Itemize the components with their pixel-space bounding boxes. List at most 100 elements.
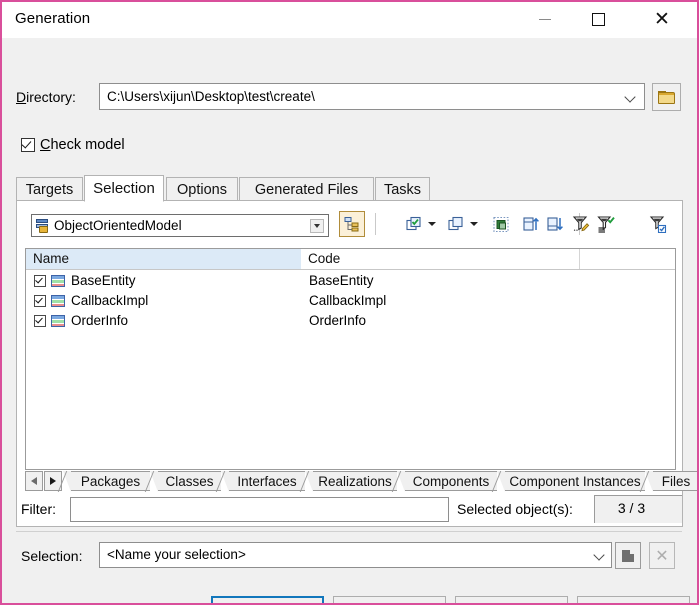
filter-label: Filter: [21,501,56,517]
tab-tasks[interactable]: Tasks [375,177,430,201]
apply-label-text: 应用( [487,602,521,604]
toolbar-separator [375,213,376,235]
checkmark-icon [35,315,43,324]
button-bar: 确定 取消 应用(A) 帮助 [2,583,697,604]
clear-filter-icon [649,216,667,233]
sub-tab-label: Realizations [318,473,392,489]
help-button[interactable]: 帮助 [577,596,690,603]
deselect-all-dropdown-arrow[interactable] [467,213,480,235]
sub-tab-label: Component Instances [509,473,641,489]
save-selection-button[interactable] [615,542,641,569]
sub-tab-label: Components [412,473,490,489]
minimize-button[interactable] [522,2,568,37]
apply-filter-button[interactable] [595,213,617,235]
list-header: Name Code [26,249,675,270]
folder-icon [658,90,675,104]
select-all-dropdown-arrow[interactable] [425,213,438,235]
invert-selection-button[interactable] [490,213,512,235]
tree-view-button[interactable] [339,211,365,237]
row-checkbox[interactable] [34,295,46,307]
class-icon [51,275,65,287]
tab-generated-files[interactable]: Generated Files [239,177,374,201]
sub-tab-next-button[interactable] [44,471,62,491]
checkmark-icon [35,295,43,304]
title-bar: Generation ✕ [2,2,697,38]
sub-tab-components[interactable]: Components [391,471,497,492]
divider [16,531,682,532]
chevron-down-icon[interactable] [310,219,324,233]
sub-tab-component-instances[interactable]: Component Instances [491,471,645,492]
arrow-left-icon [31,477,37,485]
selection-label: Selection: [21,548,83,564]
select-parents-icon [522,216,539,231]
sub-tab-label: Interfaces [237,473,297,489]
minimize-icon [539,19,551,20]
maximize-icon [591,13,605,26]
sub-tab-label: Classes [165,473,214,489]
maximize-button[interactable] [575,2,621,37]
tab-targets[interactable]: Targets [16,177,83,201]
check-model-checkbox[interactable] [21,138,35,152]
row-code: BaseEntity [309,273,374,288]
row-code: OrderInfo [309,313,367,328]
check-model-label[interactable]: Check model [40,137,125,153]
tree-view-icon [344,217,359,232]
row-name: BaseEntity [71,273,136,288]
chevron-down-icon[interactable] [624,91,637,103]
sub-tab-classes[interactable]: Classes [144,471,221,492]
chevron-down-icon[interactable] [593,549,605,561]
select-all-button[interactable] [403,213,425,235]
cancel-button[interactable]: 取消 [333,596,446,603]
clear-filter-button[interactable] [647,213,669,235]
directory-combo[interactable]: C:\Users\xijun\Desktop\test\create\ [99,83,645,110]
selected-objects-value: 3 / 3 [617,500,646,516]
deselect-all-button[interactable] [445,213,467,235]
ok-button[interactable]: 确定 [211,596,324,603]
row-name: OrderInfo [71,313,129,328]
deselect-all-icon [447,216,463,230]
generation-dialog: Generation ✕ Directory: C:\Users\xijun\D… [0,0,699,605]
delete-selection-button[interactable]: ✕ [649,542,675,569]
row-checkbox[interactable] [34,315,46,327]
tab-options[interactable]: Options [166,177,238,201]
column-header-name-label: Name [33,251,70,266]
sub-tab-packages[interactable]: Packages [57,471,150,492]
column-header-code-label: Code [308,251,341,266]
column-header-name[interactable]: Name [26,249,301,269]
column-header-spacer [579,249,675,269]
class-icon [51,295,65,307]
sub-tab-realizations[interactable]: Realizations [299,471,397,492]
selection-panel: ObjectOrientedModel Name Code BaseEntity… [16,200,697,527]
select-all-icon [405,216,421,230]
checkmark-icon [21,138,32,149]
model-combo[interactable]: ObjectOrientedModel [31,214,329,237]
model-combo-value: ObjectOrientedModel [54,218,182,233]
table-row[interactable]: CallbackImpl CallbackImpl [26,292,675,312]
browse-folder-button[interactable] [652,83,681,111]
tab-strip: Targets Selection Options Generated File… [16,175,683,202]
edit-filter-icon [572,216,590,232]
edit-filter-button[interactable] [570,213,592,235]
select-children-icon [546,216,563,231]
row-code: CallbackImpl [309,293,387,308]
table-row[interactable]: OrderInfo OrderInfo [26,312,675,332]
close-button[interactable]: ✕ [639,2,685,37]
class-icon [51,315,65,327]
invert-selection-icon [492,216,509,232]
filter-input[interactable] [70,497,449,522]
tab-selection[interactable]: Selection [84,175,164,202]
apply-button[interactable]: 应用(A) [455,596,568,604]
sub-tab-label: Files [661,473,691,489]
object-list[interactable]: Name Code BaseEntity BaseEntity Callback… [25,248,676,470]
selection-combo[interactable]: <Name your selection> [99,542,612,568]
sub-tab-interfaces[interactable]: Interfaces [215,471,305,492]
model-icon [36,219,51,233]
sub-tab-prev-button[interactable] [25,471,43,491]
row-checkbox[interactable] [34,275,46,287]
column-header-code[interactable]: Code [301,249,579,269]
sub-tab-files[interactable]: Files [639,471,697,492]
select-children-button[interactable] [544,213,566,235]
select-parents-button[interactable] [520,213,542,235]
table-row[interactable]: BaseEntity BaseEntity [26,272,675,292]
dialog-body: Directory: C:\Users\xijun\Desktop\test\c… [2,38,697,603]
